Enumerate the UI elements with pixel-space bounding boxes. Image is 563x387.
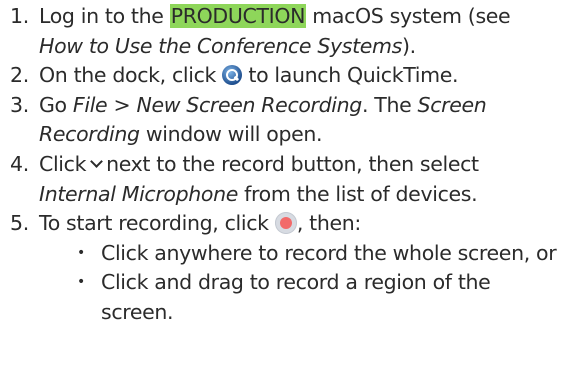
instruction-steps: 1. Log in to the PRODUCTION macOS system… bbox=[10, 2, 558, 328]
step-text: On the dock, click bbox=[39, 63, 223, 88]
step-text: next to the record button, then select bbox=[106, 151, 479, 176]
step-number: 2. bbox=[10, 63, 29, 88]
recording-options: • Click anywhere to record the whole scre… bbox=[39, 239, 558, 328]
step-text: to launch QuickTime. bbox=[242, 63, 459, 88]
step-text: from the list of devices. bbox=[238, 181, 478, 206]
step-text: window will open. bbox=[139, 122, 323, 147]
step-number: 5. bbox=[10, 211, 29, 236]
step-text: Click bbox=[39, 151, 87, 176]
bullet-icon: • bbox=[77, 274, 85, 291]
step-text: . The bbox=[361, 92, 418, 117]
chevron-down-icon bbox=[90, 155, 103, 168]
step-text: , then: bbox=[296, 211, 361, 236]
step-text: Go bbox=[39, 92, 73, 117]
list-item: • Click anywhere to record the whole scre… bbox=[77, 239, 558, 269]
step-text: ). bbox=[402, 33, 416, 58]
device-name: Internal Microphone bbox=[39, 181, 239, 206]
step-new-recording: 3. Go File > New Screen Recording. The S… bbox=[10, 91, 558, 150]
step-login: 1. Log in to the PRODUCTION macOS system… bbox=[10, 2, 558, 61]
production-highlight: PRODUCTION bbox=[169, 4, 307, 28]
step-number: 1. bbox=[10, 4, 29, 28]
option-text: Click and drag to record a region of the… bbox=[101, 270, 491, 324]
option-text: Click anywhere to record the whole scree… bbox=[101, 240, 557, 265]
step-start-recording: 5. To start recording, click , then: • Cl… bbox=[10, 209, 558, 327]
quicktime-icon bbox=[222, 65, 243, 86]
menu-path: File > New Screen Recording bbox=[72, 92, 362, 117]
step-text: Log in to the bbox=[39, 4, 170, 28]
step-text: macOS system (see bbox=[306, 4, 511, 28]
bullet-icon: • bbox=[77, 244, 85, 261]
step-number: 3. bbox=[10, 92, 29, 117]
step-text: To start recording, click bbox=[39, 211, 275, 236]
step-select-microphone: 4. Click next to the record button, then … bbox=[10, 150, 558, 209]
list-item: • Click and drag to record a region of th… bbox=[77, 268, 558, 327]
instruction-document: 1. Log in to the PRODUCTION macOS system… bbox=[0, 0, 563, 387]
guide-reference: How to Use the Conference Systems bbox=[39, 33, 402, 58]
record-button-icon bbox=[274, 212, 297, 235]
step-launch-quicktime: 2. On the dock, click to launch QuickTim… bbox=[10, 61, 558, 91]
step-number: 4. bbox=[10, 151, 29, 176]
